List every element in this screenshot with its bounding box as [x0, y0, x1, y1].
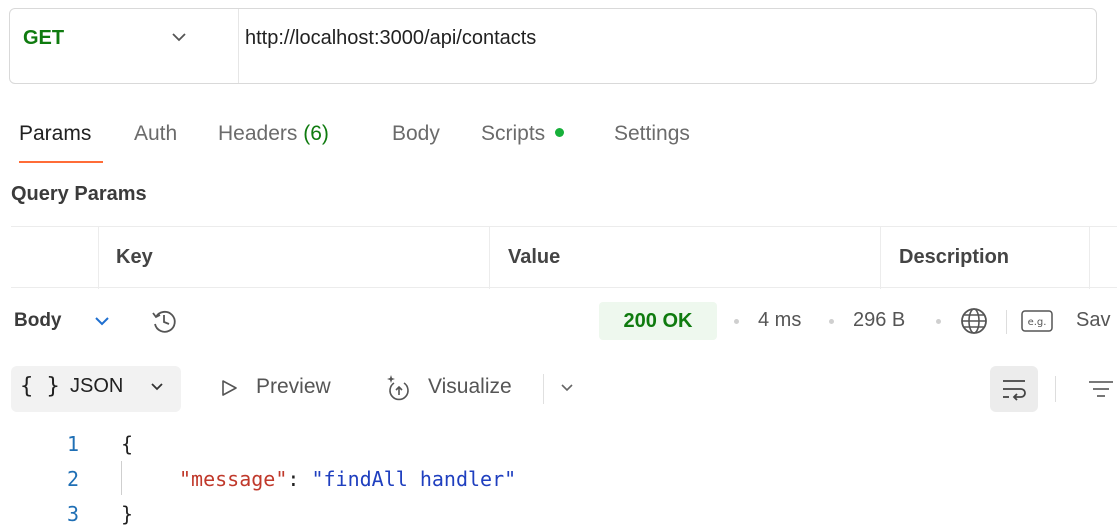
visualize-button[interactable]: Visualize: [428, 375, 512, 399]
separator-dot: [829, 319, 834, 324]
braces-icon: { }: [20, 374, 60, 399]
chevron-down-icon[interactable]: [149, 381, 165, 393]
save-response-button[interactable]: Sav: [1076, 309, 1110, 332]
tab-scripts-label: Scripts: [481, 122, 546, 145]
query-params-title: Query Params: [11, 183, 147, 205]
json-key: "message": [179, 467, 288, 491]
tab-headers-label: Headers: [218, 122, 298, 145]
toolbar-divider: [543, 374, 544, 404]
column-divider: [98, 227, 99, 289]
separator-dot: [936, 319, 941, 324]
svg-text:e.g.: e.g.: [1028, 317, 1047, 328]
code-line-3[interactable]: }: [121, 502, 133, 526]
url-input[interactable]: http://localhost:3000/api/contacts: [245, 27, 536, 50]
tab-auth[interactable]: Auth: [134, 122, 177, 146]
format-label: JSON: [70, 375, 124, 397]
play-icon[interactable]: [219, 378, 239, 398]
column-divider: [880, 227, 881, 289]
json-string-value: "findAll handler": [311, 467, 517, 491]
chevron-down-icon[interactable]: [170, 30, 188, 44]
toolbar-divider: [1006, 310, 1007, 334]
tab-scripts[interactable]: Scripts: [481, 122, 565, 146]
method-select[interactable]: GET: [23, 27, 64, 50]
toolbar-divider: [1055, 376, 1056, 402]
filter-icon[interactable]: [1086, 376, 1116, 402]
response-size[interactable]: 296 B: [853, 309, 905, 332]
chevron-down-icon[interactable]: [559, 382, 575, 394]
scripts-status-dot: [555, 127, 565, 137]
column-header-key: Key: [116, 246, 153, 268]
request-bar: [9, 8, 1097, 84]
history-icon[interactable]: [148, 305, 180, 337]
headers-count: (6): [303, 122, 329, 145]
column-divider: [1089, 227, 1090, 289]
separator-dot: [734, 319, 739, 324]
wrap-lines-icon[interactable]: [1000, 376, 1028, 402]
column-header-value: Value: [508, 246, 561, 268]
tab-params[interactable]: Params: [19, 122, 91, 146]
line-number: 2: [67, 467, 80, 491]
tab-settings[interactable]: Settings: [614, 122, 690, 146]
response-body-selector[interactable]: Body: [14, 310, 62, 332]
query-params-table: Key Value Description: [11, 226, 1117, 289]
status-badge[interactable]: 200 OK: [599, 302, 717, 340]
line-number: 3: [67, 502, 80, 526]
visualize-icon[interactable]: [384, 373, 414, 401]
json-colon: :: [287, 467, 312, 491]
code-line-1[interactable]: {: [121, 432, 133, 456]
code-line-2[interactable]: "message": "findAll handler": [179, 467, 516, 491]
column-header-description: Description: [899, 246, 1010, 268]
url-divider: [238, 9, 239, 83]
active-tab-indicator: [19, 161, 103, 163]
preview-button[interactable]: Preview: [256, 375, 331, 399]
example-icon[interactable]: e.g.: [1021, 310, 1053, 332]
globe-icon[interactable]: [958, 305, 990, 337]
indent-guide: [121, 461, 122, 495]
tab-body[interactable]: Body: [392, 122, 440, 146]
line-number: 1: [67, 432, 80, 456]
response-time[interactable]: 4 ms: [758, 309, 801, 332]
chevron-down-icon[interactable]: [93, 314, 111, 328]
column-divider: [489, 227, 490, 289]
tab-headers[interactable]: Headers (6): [218, 122, 329, 146]
